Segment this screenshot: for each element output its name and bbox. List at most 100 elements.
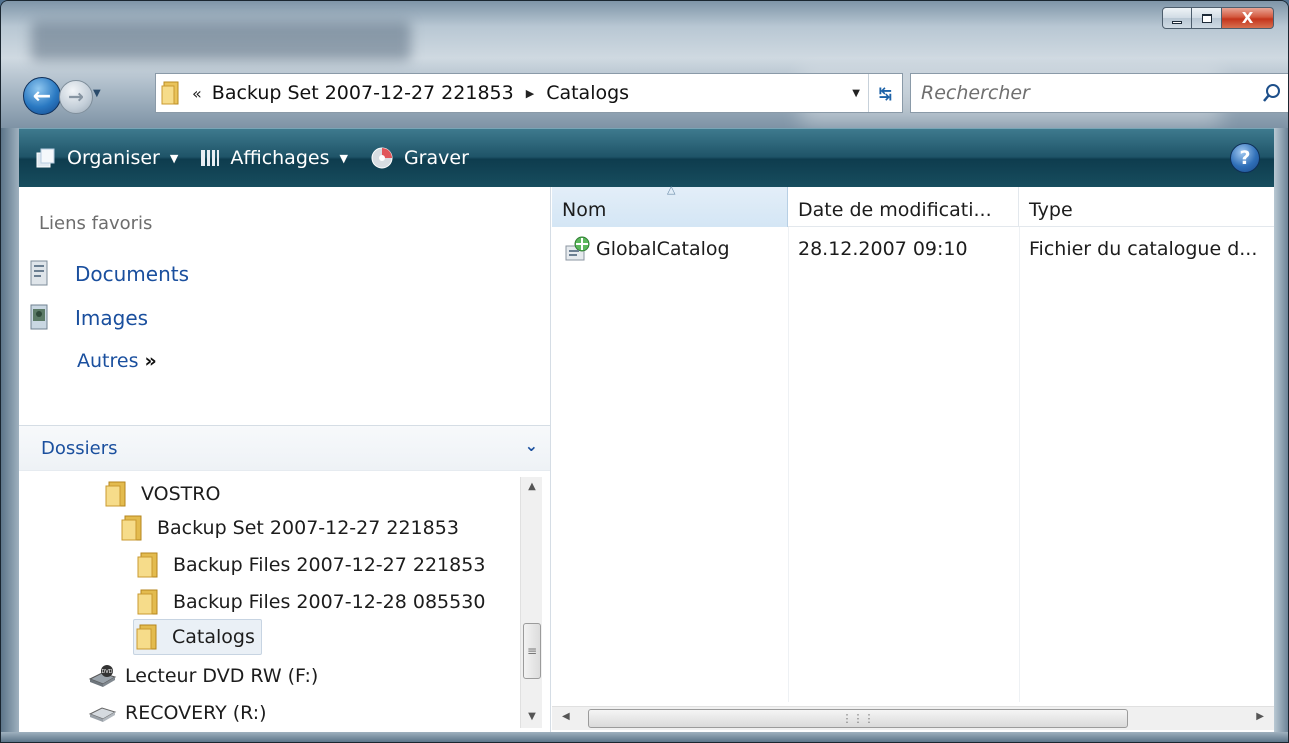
forward-button[interactable]: → xyxy=(59,80,93,114)
refresh-button[interactable]: ↹ xyxy=(868,74,902,112)
navigation-pane: Liens favoris Documents Images Autres » … xyxy=(19,187,551,732)
help-button[interactable]: ? xyxy=(1230,143,1260,173)
folder-icon xyxy=(156,80,186,106)
column-divider xyxy=(1019,227,1020,702)
breadcrumb-catalogs[interactable]: Catalogs xyxy=(546,82,629,104)
back-arrow-icon: ← xyxy=(32,83,52,109)
more-favorites-link[interactable]: Autres» xyxy=(77,350,157,372)
help-icon: ? xyxy=(1239,147,1251,169)
graver-button[interactable]: Graver xyxy=(370,146,469,170)
minimize-icon xyxy=(1172,20,1182,24)
search-icon[interactable] xyxy=(1255,83,1288,103)
documents-icon xyxy=(29,259,59,289)
column-header-type[interactable]: Type xyxy=(1019,187,1288,227)
favorite-images[interactable]: Images xyxy=(29,303,148,333)
tree-item-backup-set[interactable]: Backup Set 2007-12-27 221853 xyxy=(119,510,465,546)
search-input[interactable] xyxy=(921,82,1255,104)
more-favorites-label: Autres xyxy=(77,350,139,372)
maximize-button[interactable] xyxy=(1192,7,1222,29)
folders-header[interactable]: Dossiers ⌄ xyxy=(19,425,550,471)
organiser-button[interactable]: Organiser ▼ xyxy=(35,147,178,169)
sort-ascending-icon: △ xyxy=(667,183,676,196)
file-date: 28.12.2007 09:10 xyxy=(798,238,968,260)
favorite-documents[interactable]: Documents xyxy=(29,259,189,289)
scroll-up-icon[interactable]: ▲ xyxy=(521,481,543,492)
chevron-down-icon: ▼ xyxy=(169,151,179,165)
breadcrumb-backup-set[interactable]: Backup Set 2007-12-27 221853 xyxy=(212,82,514,104)
column-header-name[interactable]: △ Nom xyxy=(552,183,788,227)
address-bar[interactable]: « Backup Set 2007-12-27 221853 ▶ Catalog… xyxy=(155,73,903,113)
tree-item-recovery-drive[interactable]: RECOVERY (R:) xyxy=(87,695,273,731)
caption-buttons: X xyxy=(1162,7,1274,29)
tree-item-vostro[interactable]: VOSTRO xyxy=(103,476,226,512)
burn-disc-icon xyxy=(370,146,394,170)
affichages-label: Affichages xyxy=(230,147,330,169)
file-list-pane: △ Nom Date de modificati... Type GlobalC… xyxy=(552,183,1274,732)
affichages-button[interactable]: Affichages ▼ xyxy=(200,147,348,169)
tree-item-catalogs[interactable]: Catalogs xyxy=(133,619,262,655)
folder-icon xyxy=(119,513,149,543)
tree-item-label: Backup Files 2007-12-27 221853 xyxy=(173,554,486,576)
tree-item-label: RECOVERY (R:) xyxy=(125,702,267,724)
tree-item-label: Lecteur DVD RW (F:) xyxy=(125,665,319,687)
window-bottom-border xyxy=(1,732,1288,742)
tree-item-label: VOSTRO xyxy=(141,483,221,505)
organize-icon xyxy=(35,147,57,169)
file-row[interactable]: GlobalCatalog 28.12.2007 09:10 Fichier d… xyxy=(552,231,1288,267)
scrollbar-thumb[interactable]: ≡ xyxy=(523,623,541,679)
column-header-row: △ Nom Date de modificati... Type xyxy=(552,183,1274,227)
drive-icon xyxy=(87,698,117,728)
maximize-icon xyxy=(1201,13,1212,23)
scroll-right-icon[interactable]: ▶ xyxy=(1256,711,1264,722)
tree-item-backup-files-2[interactable]: Backup Files 2007-12-28 085530 xyxy=(135,584,491,620)
back-button[interactable]: ← xyxy=(23,77,61,115)
catalog-file-icon xyxy=(562,234,592,264)
scrollbar-thumb[interactable]: ⋮⋮⋮ xyxy=(588,709,1128,728)
folder-icon xyxy=(135,550,165,580)
close-button[interactable]: X xyxy=(1222,7,1274,29)
command-toolbar: Organiser ▼ Affichages ▼ Graver ? xyxy=(19,128,1274,187)
forward-arrow-icon: → xyxy=(68,86,84,108)
address-overflow-chevron[interactable]: « xyxy=(192,84,202,103)
navigation-bar: ← → ▼ « Backup Set 2007-12-27 221853 ▶ C… xyxy=(19,73,1288,115)
scroll-left-icon[interactable]: ◀ xyxy=(562,711,570,722)
chevron-down-icon[interactable]: ⌄ xyxy=(525,436,538,455)
minimize-button[interactable] xyxy=(1162,7,1192,29)
double-chevron-icon: » xyxy=(144,350,157,372)
horizontal-scrollbar[interactable]: ◀ ⋮⋮⋮ ▶ xyxy=(552,706,1274,730)
favorite-images-label: Images xyxy=(75,306,149,330)
breadcrumb-separator-icon[interactable]: ▶ xyxy=(526,87,534,100)
column-date-label: Date de modificati... xyxy=(798,199,992,221)
recent-pages-dropdown[interactable]: ▼ xyxy=(93,88,101,99)
tree-item-backup-files-1[interactable]: Backup Files 2007-12-27 221853 xyxy=(135,547,491,583)
window-left-border xyxy=(1,128,19,742)
content-area: Liens favoris Documents Images Autres » … xyxy=(19,183,1274,732)
folder-icon xyxy=(135,587,165,617)
address-dropdown-icon[interactable]: ▼ xyxy=(852,88,860,99)
tree-item-dvd-drive[interactable]: DVD Lecteur DVD RW (F:) xyxy=(87,658,324,694)
column-type-label: Type xyxy=(1029,199,1073,221)
search-box xyxy=(910,73,1288,113)
folder-icon xyxy=(134,622,164,652)
column-name-label: Nom xyxy=(562,199,607,221)
tree-item-label: Backup Files 2007-12-28 085530 xyxy=(173,591,486,613)
file-name-cell: GlobalCatalog xyxy=(562,234,730,264)
explorer-window: X ← → ▼ « Backup Set 2007-12-27 221853 ▶… xyxy=(0,0,1289,743)
favorite-documents-label: Documents xyxy=(75,262,190,286)
folders-title: Dossiers xyxy=(41,438,118,459)
folders-scrollbar[interactable]: ▲ ≡ ▼ xyxy=(520,477,542,728)
close-icon: X xyxy=(1241,9,1254,27)
organiser-label: Organiser xyxy=(67,147,160,169)
column-divider xyxy=(788,227,789,702)
images-icon xyxy=(29,303,59,333)
tree-item-label: Catalogs xyxy=(172,626,255,648)
favorites-title: Liens favoris xyxy=(39,213,153,234)
file-name: GlobalCatalog xyxy=(596,238,730,260)
scroll-down-icon[interactable]: ▼ xyxy=(521,711,543,722)
file-type: Fichier du catalogue d... xyxy=(1029,238,1258,260)
tree-item-label: Backup Set 2007-12-27 221853 xyxy=(157,517,459,539)
dvd-drive-icon: DVD xyxy=(87,661,117,691)
views-icon xyxy=(200,148,220,168)
graver-label: Graver xyxy=(403,147,469,169)
column-header-date[interactable]: Date de modificati... xyxy=(788,187,1019,227)
